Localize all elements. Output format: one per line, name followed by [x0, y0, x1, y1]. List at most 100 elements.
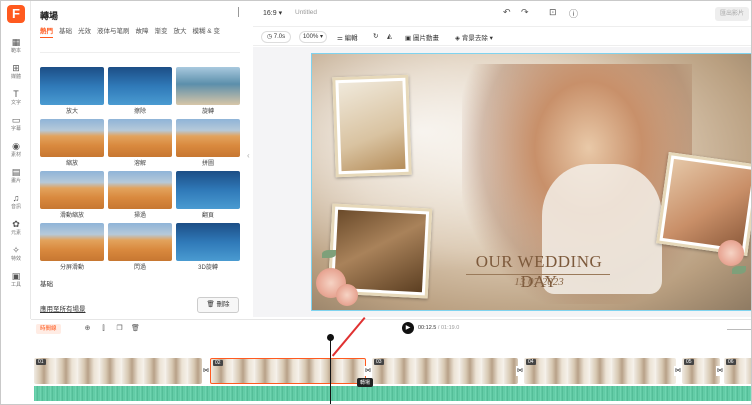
- aspect-ratio-select[interactable]: 16:9 ▾: [263, 9, 282, 17]
- transition-thumbnail[interactable]: [108, 67, 172, 105]
- app-logo: F: [7, 5, 25, 23]
- transition-thumbnail[interactable]: [40, 119, 104, 157]
- rail-templates[interactable]: ▦ 範本: [1, 37, 31, 59]
- panel-collapse-icon[interactable]: [238, 7, 244, 17]
- help-icon[interactable]: ⓘ: [569, 7, 578, 20]
- tab-transition-category[interactable]: 故障: [136, 27, 149, 37]
- transition-thumbnail[interactable]: [40, 171, 104, 209]
- export-button[interactable]: 匯出影片: [715, 7, 749, 21]
- time-total: / 01:19.0: [437, 325, 460, 331]
- transition-marker-icon[interactable]: ⋈: [202, 366, 210, 376]
- tab-transition-category[interactable]: 光效: [78, 27, 91, 37]
- transition-thumbnail[interactable]: [40, 223, 104, 261]
- timeline-tag[interactable]: 時間線: [36, 324, 61, 334]
- leaf-decoration: [322, 250, 336, 258]
- playhead[interactable]: [330, 334, 331, 404]
- apply-all-link[interactable]: 應用至所有場景: [40, 303, 86, 313]
- rail-stickers-label: 元素: [10, 230, 21, 236]
- tab-transition-category[interactable]: 模糊 & 变: [193, 27, 220, 37]
- timeline-clip[interactable]: 02: [210, 358, 366, 384]
- rail-templates-icon: ▦: [11, 37, 21, 47]
- rail-overlays-icon: ▤: [11, 167, 21, 177]
- rail-audio[interactable]: ♫ 音訊: [1, 193, 31, 215]
- delete-label: 刪除: [216, 301, 230, 308]
- timeline-clip[interactable]: 01: [34, 358, 202, 384]
- transition-thumbnail[interactable]: [40, 67, 104, 105]
- transition-thumbnail[interactable]: [108, 171, 172, 209]
- transition-thumbnail[interactable]: [108, 119, 172, 157]
- video-track: 01 02 ⋈ 03 ⋈ 04 ⋈ 05 ⋈ 06 ⋈: [34, 358, 751, 384]
- rail-subtitles[interactable]: ▭ 字幕: [1, 115, 31, 137]
- duplicate-icon[interactable]: ❐: [115, 324, 124, 333]
- flip-icon[interactable]: ◭: [387, 32, 392, 40]
- rail-audio-icon: ♫: [12, 193, 20, 203]
- timeline-clip[interactable]: 06: [724, 358, 751, 384]
- rail-tools-label: 工具: [10, 282, 21, 288]
- rail-elements[interactable]: ◉ 素材: [1, 141, 31, 163]
- wedding-date-text[interactable]: 13 07 2023: [464, 276, 614, 288]
- timeline-zoom-slider[interactable]: [727, 329, 751, 330]
- audio-track[interactable]: [34, 386, 751, 401]
- rail-media[interactable]: ⊞ 媒體: [1, 63, 31, 85]
- video-canvas[interactable]: OUR WEDDING DAY 13 07 2023: [311, 53, 751, 311]
- section-heading-basic: 基础: [40, 281, 53, 288]
- rail-text[interactable]: T 文字: [1, 89, 31, 111]
- animation-label: 圖片動畫: [412, 35, 439, 42]
- annotation-arrow: [331, 317, 366, 357]
- panel-title: 轉場: [40, 11, 59, 21]
- eraser-icon: ◈: [455, 35, 462, 42]
- panel-toggle-chevron-icon[interactable]: ‹: [247, 151, 252, 161]
- transition-thumbnail[interactable]: [176, 119, 240, 157]
- play-icon[interactable]: ▶: [402, 322, 414, 334]
- transition-marker-icon[interactable]: ⋈: [674, 366, 682, 376]
- bg-remove-label: 背景去除: [461, 35, 488, 42]
- rail-media-label: 媒體: [10, 74, 21, 80]
- duration-button[interactable]: ◷ 7.0s: [261, 31, 291, 43]
- edit-button[interactable]: ⚌ 編輯: [337, 32, 358, 42]
- rail-stickers[interactable]: ✿ 元素: [1, 219, 31, 241]
- delete-button[interactable]: 🗑 刪除: [197, 297, 239, 313]
- transition-thumbnail[interactable]: [176, 67, 240, 105]
- zoom-select[interactable]: 100% ▾: [299, 31, 327, 43]
- project-title-input[interactable]: Untitled: [295, 9, 317, 16]
- transition-marker-icon[interactable]: ⋈: [364, 366, 372, 376]
- transition-thumbnail[interactable]: [108, 223, 172, 261]
- transition-marker-icon[interactable]: ⋈: [716, 366, 724, 376]
- image-animation-button[interactable]: ▣ 圖片動畫: [405, 32, 439, 42]
- transition-marker-icon[interactable]: ⋈: [516, 366, 524, 376]
- tab-transition-category[interactable]: 熱門: [40, 27, 53, 38]
- screenshot-icon[interactable]: ⊡: [549, 7, 557, 18]
- transition-label: 旋轉: [201, 109, 214, 115]
- photo-frame-bride[interactable]: [332, 74, 412, 178]
- add-clip-icon[interactable]: ⊕: [83, 324, 92, 333]
- timeline-clip[interactable]: 04: [524, 358, 676, 384]
- timeline-clip[interactable]: 03: [372, 358, 518, 384]
- timeline-clip[interactable]: 05: [682, 358, 720, 384]
- tab-transition-category[interactable]: 基础: [59, 27, 72, 37]
- rail-effects-icon: ✧: [12, 245, 20, 255]
- rotate-icon[interactable]: ↻: [373, 32, 378, 40]
- transition-label: 滑動縮放: [59, 213, 84, 219]
- transition-thumbnail[interactable]: [176, 223, 240, 261]
- split-icon[interactable]: ⫿: [99, 324, 108, 333]
- rail-overlays[interactable]: ▤ 畫片: [1, 167, 31, 189]
- tab-transition-category[interactable]: 液体与笔刷: [97, 27, 130, 37]
- background-remove-button[interactable]: ◈ 背景去除 ▾: [455, 32, 493, 42]
- tab-transition-category[interactable]: 放大: [174, 27, 187, 37]
- tab-transition-category[interactable]: 渐变: [155, 27, 168, 37]
- rail-effects[interactable]: ✧ 特效: [1, 245, 31, 267]
- delete-icon[interactable]: 🗑: [131, 324, 140, 333]
- timeline: 時間線 ⊕ ⫿ ❐ 🗑 ▶ 00:12.5 / 01:19.0 01 02 ⋈ 03 ⋈…: [31, 317, 751, 404]
- redo-icon[interactable]: ↷: [521, 7, 529, 18]
- photo-frame-hands[interactable]: [656, 152, 751, 256]
- transition-label: 拼圖: [201, 161, 214, 167]
- rail-subtitles-icon: ▭: [11, 115, 21, 125]
- clip-number: 01: [36, 359, 46, 365]
- undo-icon[interactable]: ↶: [503, 7, 511, 18]
- transition-label: 閃過: [133, 265, 146, 271]
- rail-tools[interactable]: ▣ 工具: [1, 271, 31, 293]
- clip-number: 05: [684, 359, 694, 365]
- transition-label: 分屏滑動: [59, 265, 84, 271]
- transition-thumbnail[interactable]: [176, 171, 240, 209]
- transition-label: 翻頁: [201, 213, 214, 219]
